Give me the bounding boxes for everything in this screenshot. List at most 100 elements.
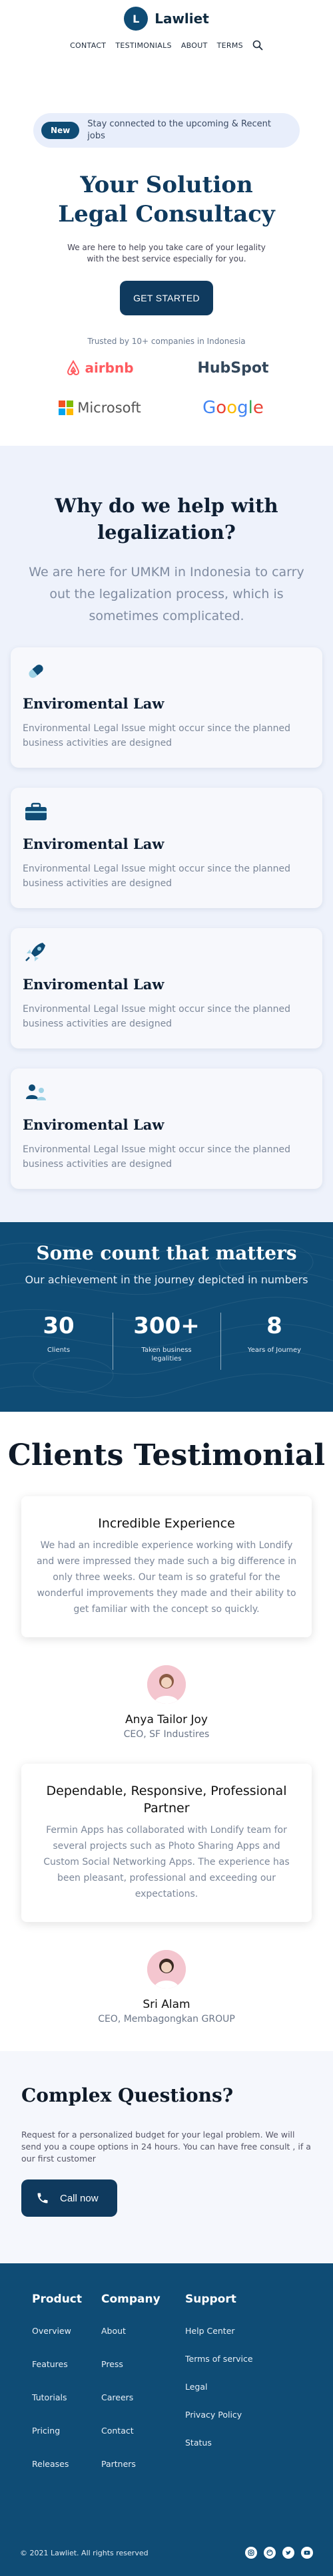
testimonials-section: Clients Testimonial Incredible Experienc…: [0, 1412, 333, 2051]
footer-link[interactable]: Overview: [32, 2326, 101, 2336]
footer-column-title: Company: [101, 2293, 161, 2306]
announcement-pill[interactable]: New Stay connected to the upcoming & Rec…: [33, 113, 300, 148]
footer-column-title: Product: [32, 2293, 82, 2306]
footer-link[interactable]: Features: [32, 2359, 101, 2369]
site-footer: Product Overview Features Tutorials Pric…: [0, 2263, 333, 2576]
avatar: [147, 1665, 186, 1704]
card-title: Enviromental Law: [23, 836, 165, 852]
phone-icon: [37, 2193, 48, 2203]
card-title: Enviromental Law: [23, 976, 165, 993]
call-now-button[interactable]: Call now: [21, 2179, 117, 2217]
footer-link[interactable]: Help Center: [185, 2326, 272, 2336]
copyright: © 2021 Lawliet. All rights reserved: [20, 2548, 149, 2557]
footer-link[interactable]: Careers: [101, 2392, 170, 2402]
nav-contact[interactable]: CONTACT: [70, 41, 106, 50]
nav-terms[interactable]: TERMS: [217, 41, 243, 50]
stat-years: 8 Years of Journey: [228, 1313, 321, 1370]
hubspot-logo: HubSpot: [173, 357, 293, 379]
social-links: [245, 2547, 313, 2559]
footer-link[interactable]: Status: [185, 2438, 272, 2448]
rocket-icon: [25, 943, 45, 961]
card-title: Enviromental Law: [23, 695, 165, 712]
testimonial-person: Sri Alam CEO, Membagongkan GROUP: [0, 1950, 333, 2024]
twitter-icon[interactable]: [282, 2547, 294, 2559]
service-card[interactable]: Enviromental Law Environmental Legal Iss…: [11, 788, 322, 908]
footer-bottom: © 2021 Lawliet. All rights reserved: [20, 2547, 313, 2559]
stat-legalities: 300+ Taken business legalities: [120, 1313, 213, 1370]
airbnb-wordmark: airbnb: [85, 360, 134, 376]
service-card[interactable]: Enviromental Law Environmental Legal Iss…: [11, 928, 322, 1048]
google-wordmark: Google: [202, 398, 264, 418]
get-started-button[interactable]: GET STARTED: [120, 281, 213, 315]
footer-link[interactable]: Press: [101, 2359, 170, 2369]
questions-text: Request for a personalized budget for yo…: [21, 2130, 311, 2164]
trusted-text: Trusted by 10+ companies in Indonesia: [87, 337, 246, 346]
person-name: Sri Alam: [143, 1998, 190, 2011]
questions-title: Complex Questions?: [21, 2084, 234, 2106]
hero-section: New Stay connected to the upcoming & Rec…: [0, 93, 333, 446]
hero-title-line2: Legal Consultacy: [58, 201, 275, 228]
instagram-icon[interactable]: [245, 2547, 257, 2559]
new-badge: New: [41, 122, 80, 139]
counts-title: Some count that matters: [36, 1242, 297, 1264]
airbnb-logo: airbnb: [40, 357, 160, 379]
stat-clients: 30 Clients: [12, 1313, 105, 1370]
google-logo: Google: [173, 397, 293, 419]
pill-icon: [29, 665, 43, 678]
stat-divider: [220, 1313, 221, 1370]
counts-caption: Our achievement in the journey depicted …: [25, 1273, 308, 1286]
main-nav: CONTACT TESTIMONIALS ABOUT TERMS: [70, 40, 263, 51]
partner-logos: airbnb HubSpot Microsoft Google: [40, 357, 293, 419]
service-card[interactable]: Enviromental Law Environmental Legal Iss…: [11, 1068, 322, 1189]
hubspot-wordmark: HubSpot: [197, 359, 269, 377]
people-icon: [26, 1084, 46, 1100]
service-card[interactable]: Enviromental Law Environmental Legal Iss…: [11, 647, 322, 768]
card-title: Enviromental Law: [23, 1116, 165, 1133]
counts-section: Some count that matters Our achievement …: [0, 1222, 333, 1412]
dribbble-icon[interactable]: [264, 2547, 276, 2559]
why-section: Why do we help with legalization? We are…: [0, 446, 333, 1222]
footer-column-product: Product Overview Features Tutorials Pric…: [32, 2293, 101, 2492]
avatar: [147, 1950, 186, 1989]
testimonials-title: Clients Testimonial: [7, 1438, 326, 1472]
nav-about[interactable]: ABOUT: [181, 41, 208, 50]
footer-link[interactable]: Contact: [101, 2426, 170, 2436]
card-text: Environmental Legal Issue might occur si…: [23, 1004, 291, 1029]
why-lead: We are here for UMKM in Indonesia to car…: [29, 565, 304, 623]
nav-testimonials[interactable]: TESTIMONIALS: [115, 41, 171, 50]
footer-link[interactable]: Terms of service: [185, 2354, 272, 2364]
announcement-text: Stay connected to the upcoming & Recent …: [87, 119, 271, 141]
stat-label: Taken business legalities: [141, 1347, 192, 1363]
stat-label: Years of Journey: [247, 1347, 302, 1354]
testimonial-card: Dependable, Responsive, Professional Par…: [21, 1764, 312, 1922]
hero-subtitle: We are here to help you take care of you…: [67, 243, 266, 263]
card-text: Environmental Legal Issue might occur si…: [23, 723, 291, 748]
testimonial-heading: Dependable, Responsive, Professional Par…: [46, 1784, 287, 1816]
footer-link[interactable]: Privacy Policy: [185, 2410, 272, 2420]
call-now-label: Call now: [60, 2192, 99, 2204]
footer-link[interactable]: Tutorials: [32, 2392, 101, 2402]
footer-link[interactable]: Pricing: [32, 2426, 101, 2436]
why-title: Why do we help with legalization?: [55, 494, 278, 544]
footer-column-support: Support Help Center Terms of service Leg…: [185, 2293, 272, 2492]
stat-number: 30: [43, 1313, 75, 1339]
questions-section: Complex Questions? Request for a persona…: [0, 2051, 333, 2263]
youtube-icon[interactable]: [301, 2547, 313, 2559]
briefcase-icon: [25, 802, 47, 820]
stat-number: 300+: [133, 1313, 200, 1339]
footer-link[interactable]: Legal: [185, 2382, 272, 2392]
microsoft-logo: Microsoft: [40, 397, 160, 419]
hero-title-line1: Your Solution: [80, 172, 253, 198]
testimonial-person: Anya Tailor Joy CEO, SF Industires: [0, 1665, 333, 1740]
card-text: Environmental Legal Issue might occur si…: [23, 1144, 291, 1170]
stat-label: Clients: [47, 1347, 71, 1354]
testimonial-card: Incredible Experience We had an incredib…: [21, 1496, 312, 1637]
brand[interactable]: L Lawliet: [124, 7, 209, 31]
testimonial-quote: Fermin Apps has collaborated with Londif…: [43, 1825, 290, 1899]
footer-link[interactable]: Partners: [101, 2459, 170, 2469]
footer-link[interactable]: About: [101, 2326, 170, 2336]
person-role: CEO, Membagongkan GROUP: [98, 2014, 235, 2024]
search-icon[interactable]: [252, 40, 263, 51]
footer-link[interactable]: Releases: [32, 2459, 101, 2469]
testimonial-heading: Incredible Experience: [98, 1516, 235, 1531]
